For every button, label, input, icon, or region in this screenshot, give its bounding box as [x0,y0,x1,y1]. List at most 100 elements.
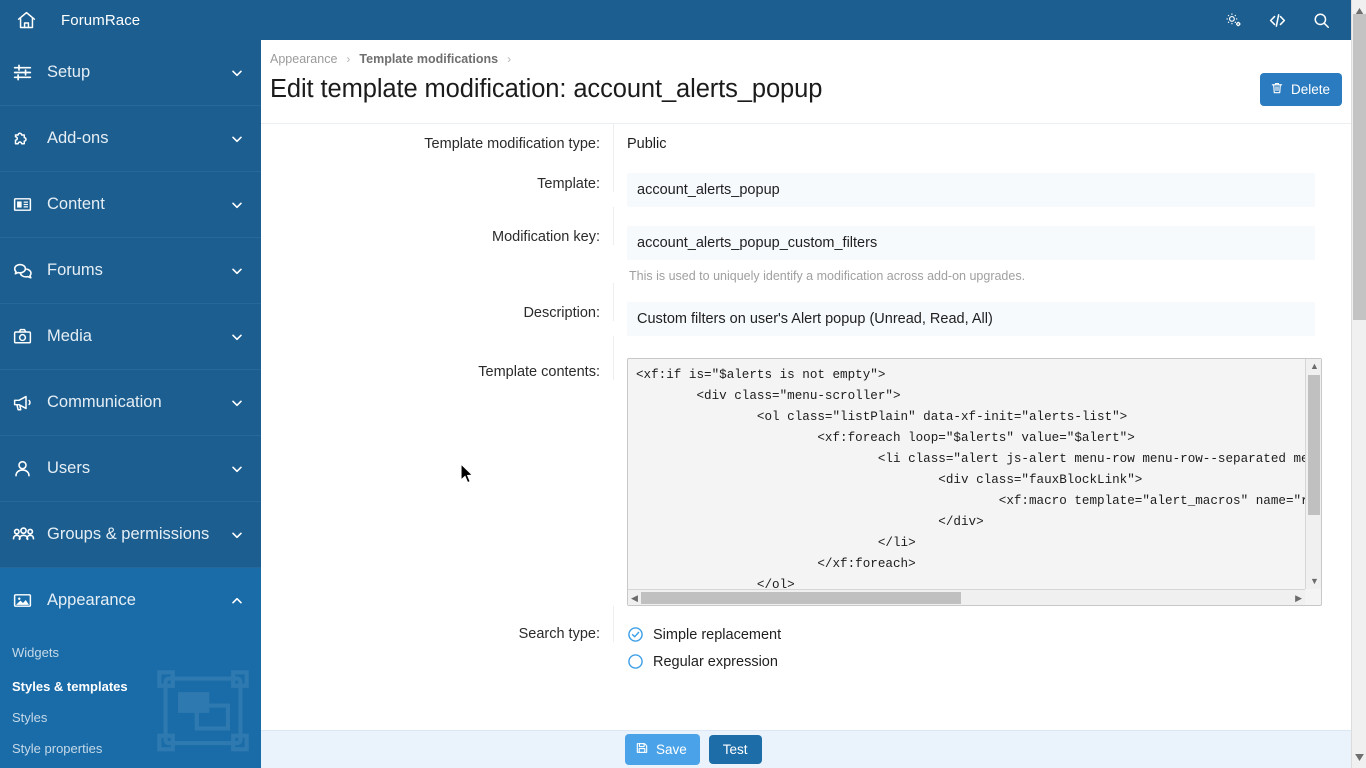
delete-button[interactable]: Delete [1259,73,1342,106]
sidebar-label: Forums [47,261,103,279]
modification-key-input[interactable] [627,226,1315,260]
breadcrumb-template-modifications[interactable]: Template modifications [359,52,498,66]
row-template-contents: Template contents: <xf:if is="$alerts is… [261,336,1351,606]
chevron-down-icon [229,461,245,477]
radio-unchecked-icon [627,653,644,670]
sidebar-item-forums[interactable]: Forums [0,238,261,303]
sidebar-group-appearance[interactable]: Appearance Widgets Styles & templates St… [0,568,261,768]
sidebar-subitem-style-properties[interactable]: Style properties [0,733,261,764]
sidebar-subheading-styles-templates[interactable]: Styles & templates [0,668,261,702]
sidebar-item-addons[interactable]: Add-ons [0,106,261,171]
sidebar-group-addons[interactable]: Add-ons [0,106,261,172]
page-title: Edit template modification: account_aler… [270,75,823,103]
textarea-vertical-scrollbar[interactable]: ▲ ▼ [1305,359,1321,589]
appearance-submenu: Widgets Styles & templates Styles Style … [0,633,261,768]
user-icon [12,458,42,480]
textarea-horizontal-scrollbar[interactable]: ◀ ▶ [628,589,1305,605]
gear-icon[interactable] [1211,0,1255,40]
sidebar-label: Groups & permissions [47,525,210,543]
sidebar-item-appearance[interactable]: Appearance [0,568,261,633]
scroll-left-arrow-icon[interactable]: ◀ [631,594,638,603]
value-modification-type: Public [627,136,667,152]
sidebar-subitem-templates[interactable]: Templates [0,764,261,768]
sidebar-group-content[interactable]: Content [0,172,261,238]
textarea-horizontal-thumb[interactable] [641,592,961,604]
scroll-right-arrow-icon[interactable]: ▶ [1295,594,1302,603]
radio-simple-replacement[interactable]: Simple replacement [627,624,1315,651]
sidebar-group-groups-permissions[interactable]: Groups & permissions [0,502,261,568]
page-header: Edit template modification: account_aler… [261,66,1351,106]
label-modification-key: Modification key: [261,207,614,245]
main-content: Appearance › Template modifications › Ed… [261,40,1351,768]
floppy-icon [635,741,649,758]
row-search-type: Search type: Simple replacement Regular … [261,606,1351,678]
sidebar-group-forums[interactable]: Forums [0,238,261,304]
sidebar-group-setup[interactable]: Setup [0,40,261,106]
scroll-down-arrow-icon[interactable]: ▼ [1310,577,1319,586]
sidebar-item-setup[interactable]: Setup [0,40,261,105]
admin-page: ForumRace Setup Add-ons Content Forums M… [0,0,1366,768]
sidebar-label: Appearance [47,591,136,609]
sidebar-item-communication[interactable]: Communication [0,370,261,435]
sidebar-item-groups-permissions[interactable]: Groups & permissions [0,502,261,567]
chevron-down-icon [229,395,245,411]
page-scrollbar-thumb[interactable] [1353,14,1366,320]
template-contents-wrapper: <xf:if is="$alerts is not empty"> <div c… [627,358,1322,606]
page-scroll-down-arrow-icon[interactable] [1355,748,1364,766]
sidebar-item-media[interactable]: Media [0,304,261,369]
top-bar: ForumRace [0,0,1351,40]
scroll-up-arrow-icon[interactable]: ▲ [1310,362,1319,371]
sidebar-group-users[interactable]: Users [0,436,261,502]
trash-icon [1270,81,1284,98]
label-description: Description: [261,283,614,321]
chevron-down-icon [229,329,245,345]
label-template: Template: [261,154,614,192]
modification-key-help: This is used to uniquely identify a modi… [629,269,1026,283]
brand-title[interactable]: ForumRace [61,12,140,29]
chevron-up-icon [229,593,245,609]
template-contents-textarea[interactable]: <xf:if is="$alerts is not empty"> <div c… [627,358,1322,606]
breadcrumb: Appearance › Template modifications › [261,40,1351,66]
megaphone-icon [12,392,42,414]
label-search-type: Search type: [261,606,614,642]
textarea-vertical-thumb[interactable] [1308,375,1320,515]
code-icon[interactable] [1255,0,1299,40]
chat-icon [12,260,42,282]
label-modification-type: Template modification type: [261,124,614,154]
description-input[interactable] [627,302,1315,336]
template-input[interactable] [627,173,1315,207]
sidebar-item-users[interactable]: Users [0,436,261,501]
save-button[interactable]: Save [625,734,700,765]
sidebar-label: Users [47,459,91,477]
chevron-down-icon [229,527,245,543]
sidebar-label: Setup [47,63,91,81]
row-modification-type: Template modification type: Public [261,124,1351,154]
sidebar-label: Content [47,195,105,213]
row-description: Description: [261,283,1351,336]
label-template-contents: Template contents: [261,336,614,380]
sidebar-item-content[interactable]: Content [0,172,261,237]
camera-icon [12,326,42,348]
row-modification-key: Modification key: This is used to unique… [261,207,1351,283]
chevron-down-icon [229,197,245,213]
radio-label-regular-expression: Regular expression [653,653,778,670]
search-icon[interactable] [1299,0,1343,40]
puzzle-icon [12,128,42,150]
home-icon[interactable] [6,0,46,40]
page-scrollbar[interactable] [1351,0,1366,768]
test-button[interactable]: Test [708,735,762,764]
sidebar-subitem-styles[interactable]: Styles [0,702,261,733]
sticky-save-bar: Save Test [261,730,1351,768]
breadcrumb-appearance[interactable]: Appearance [270,52,337,66]
radio-checked-icon [627,626,644,643]
sidebar-subitem-widgets[interactable]: Widgets [0,637,261,668]
breadcrumb-separator: › [507,52,512,66]
sidebar-group-media[interactable]: Media [0,304,261,370]
top-bar-actions [1211,0,1351,40]
sidebar-group-communication[interactable]: Communication [0,370,261,436]
radio-regular-expression[interactable]: Regular expression [627,651,1315,678]
sidebar-label: Media [47,327,92,345]
sidebar[interactable]: Setup Add-ons Content Forums Media Commu… [0,40,261,768]
image-icon [12,590,42,612]
sidebar-label: Communication [47,393,162,411]
